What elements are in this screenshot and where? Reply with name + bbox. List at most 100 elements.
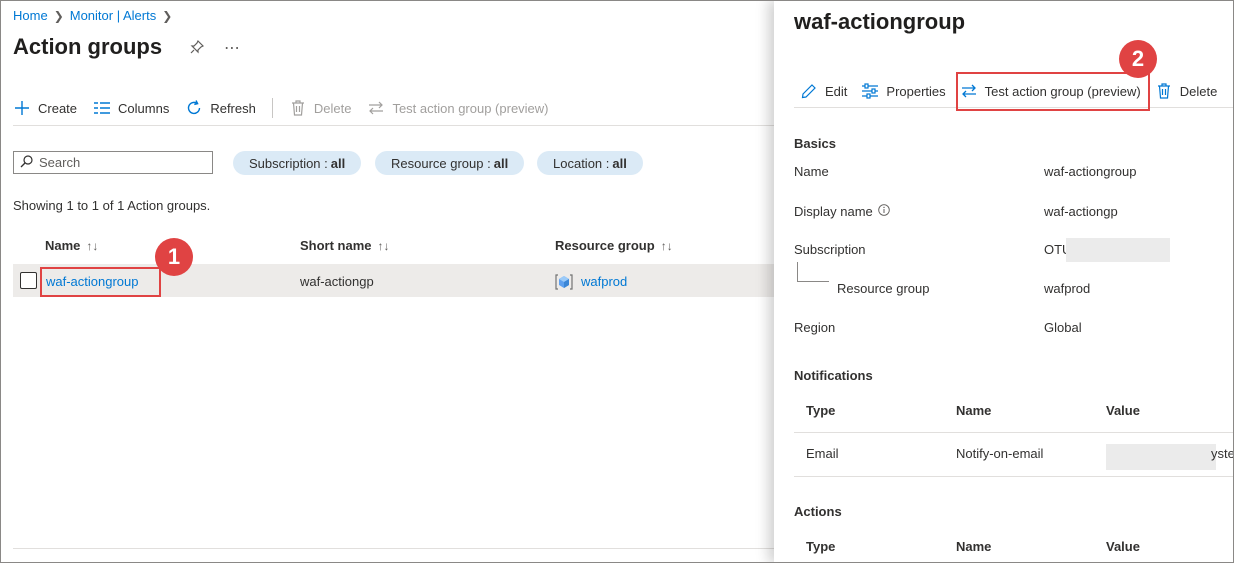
test-action-group-button[interactable]: Test action group (preview) (367, 99, 549, 117)
location-filter-label: Location : (553, 155, 610, 171)
pin-icon[interactable] (190, 39, 205, 57)
actions-section-heading: Actions (794, 504, 842, 519)
chevron-right-icon: ❯ (53, 8, 64, 23)
notifications-header-divider (794, 432, 1234, 433)
notifications-header-name: Name (956, 403, 992, 418)
region-label: Region (794, 320, 835, 335)
refresh-label: Refresh (210, 100, 256, 116)
create-button[interactable]: Create (13, 99, 77, 117)
subscription-label-text: Subscription (794, 242, 866, 257)
resource-group-value: wafprod (1044, 281, 1091, 296)
results-count: Showing 1 to 1 of 1 Action groups. (13, 198, 211, 213)
resource-group-label-text: Resource group (837, 281, 930, 296)
callout-badge-1: 1 (155, 238, 193, 276)
callout-badge-2: 2 (1119, 40, 1157, 78)
notification-name-cell: Notify-on-email (956, 446, 1044, 461)
toolbar-separator (13, 125, 774, 126)
more-options-icon[interactable]: ⋯ (224, 38, 241, 58)
sort-icon: ↑↓ (660, 238, 673, 253)
basics-section-heading: Basics (794, 136, 836, 151)
page-title: Action groups (13, 34, 163, 59)
column-header-resource-group[interactable]: Resource group ↑↓ (555, 238, 673, 253)
redacted-email (1106, 444, 1216, 470)
notifications-header-value: Value (1106, 403, 1140, 418)
test-label: Test action group (preview) (392, 100, 549, 116)
column-header-short-name-label: Short name (300, 238, 372, 253)
callout-highlight-1 (40, 267, 161, 297)
subscription-filter-value: all (330, 155, 346, 171)
delete-label: Delete (313, 100, 352, 116)
column-header-name-label: Name (45, 238, 81, 253)
panel-title: waf-actiongroup (794, 9, 966, 34)
breadcrumb-home[interactable]: Home (13, 8, 48, 23)
short-name-cell: waf-actiongp (300, 274, 374, 289)
subscription-filter-label: Subscription : (249, 155, 328, 171)
column-header-name[interactable]: Name ↑↓ (45, 238, 98, 253)
swap-arrows-icon (367, 99, 385, 117)
redacted-subscription (1066, 238, 1170, 262)
properties-button[interactable]: Properties (861, 82, 946, 100)
panel-delete-label: Delete (1179, 83, 1218, 99)
columns-icon (93, 99, 111, 117)
display-name-label-text: Display name (794, 204, 873, 219)
resource-group-icon (555, 273, 573, 291)
name-label-text: Name (794, 164, 829, 179)
pencil-icon (800, 82, 818, 100)
tree-connector (797, 281, 829, 282)
actions-header-value: Value (1106, 539, 1140, 554)
column-header-resource-group-label: Resource group (555, 238, 655, 253)
region-label-text: Region (794, 320, 836, 335)
subscription-filter-pill[interactable]: Subscription : all (233, 151, 362, 175)
row-checkbox[interactable] (20, 272, 37, 289)
sort-icon: ↑↓ (377, 238, 390, 253)
resource-group-filter-label: Resource group : (391, 155, 491, 171)
search-input[interactable]: Search (13, 151, 213, 174)
notification-value-cell: yste (1211, 446, 1234, 461)
properties-label: Properties (886, 83, 946, 99)
create-label: Create (38, 100, 78, 116)
breadcrumb: Home ❯ Monitor | Alerts ❯ (13, 8, 172, 23)
name-label: Name (794, 164, 829, 179)
notifications-section-heading: Notifications (794, 368, 873, 383)
notifications-header-type: Type (806, 403, 836, 418)
search-placeholder: Search (39, 155, 81, 170)
name-value: waf-actiongroup (1044, 164, 1137, 179)
action-group-details-panel: waf-actiongroup Edit Properties Test act… (774, 0, 1234, 563)
edit-label: Edit (825, 83, 848, 99)
tree-connector (797, 262, 798, 282)
display-name-value: waf-actiongp (1044, 204, 1118, 219)
resource-group-label: Resource group (837, 281, 930, 296)
columns-label: Columns (118, 100, 170, 116)
location-filter-pill[interactable]: Location : all (537, 151, 643, 175)
refresh-button[interactable]: Refresh (185, 99, 256, 117)
toolbar-divider (271, 98, 273, 118)
search-icon (20, 154, 33, 171)
resource-group-filter-value: all (493, 155, 509, 171)
display-name-label: Display name (794, 204, 890, 219)
column-header-short-name[interactable]: Short name ↑↓ (300, 238, 390, 253)
panel-delete-button[interactable]: Delete (1155, 82, 1218, 100)
actions-header-name: Name (956, 539, 992, 554)
chevron-right-icon: ❯ (162, 8, 173, 23)
notifications-row-divider (794, 476, 1234, 477)
region-value: Global (1044, 320, 1082, 335)
resource-group-link[interactable]: wafprod (581, 274, 627, 289)
sort-icon: ↑↓ (86, 238, 99, 253)
actions-header-type: Type (806, 539, 836, 554)
location-filter-value: all (612, 155, 627, 171)
trash-icon (1155, 82, 1173, 100)
refresh-icon (185, 99, 203, 117)
edit-button[interactable]: Edit (800, 82, 847, 100)
breadcrumb-monitor-alerts[interactable]: Monitor | Alerts (70, 8, 156, 23)
plus-icon (13, 99, 31, 117)
resource-group-filter-pill[interactable]: Resource group : all (375, 151, 525, 175)
info-icon[interactable] (878, 204, 890, 219)
delete-button[interactable]: Delete (289, 99, 352, 117)
columns-button[interactable]: Columns (93, 99, 169, 117)
subscription-label: Subscription (794, 242, 866, 257)
trash-icon (289, 99, 307, 117)
notification-type-cell: Email (806, 446, 839, 461)
sliders-icon (861, 82, 879, 100)
toolbar: Create Columns Refresh Delete Test actio… (13, 96, 565, 120)
action-groups-blade: Home ❯ Monitor | Alerts ❯ Action groups … (0, 0, 774, 563)
